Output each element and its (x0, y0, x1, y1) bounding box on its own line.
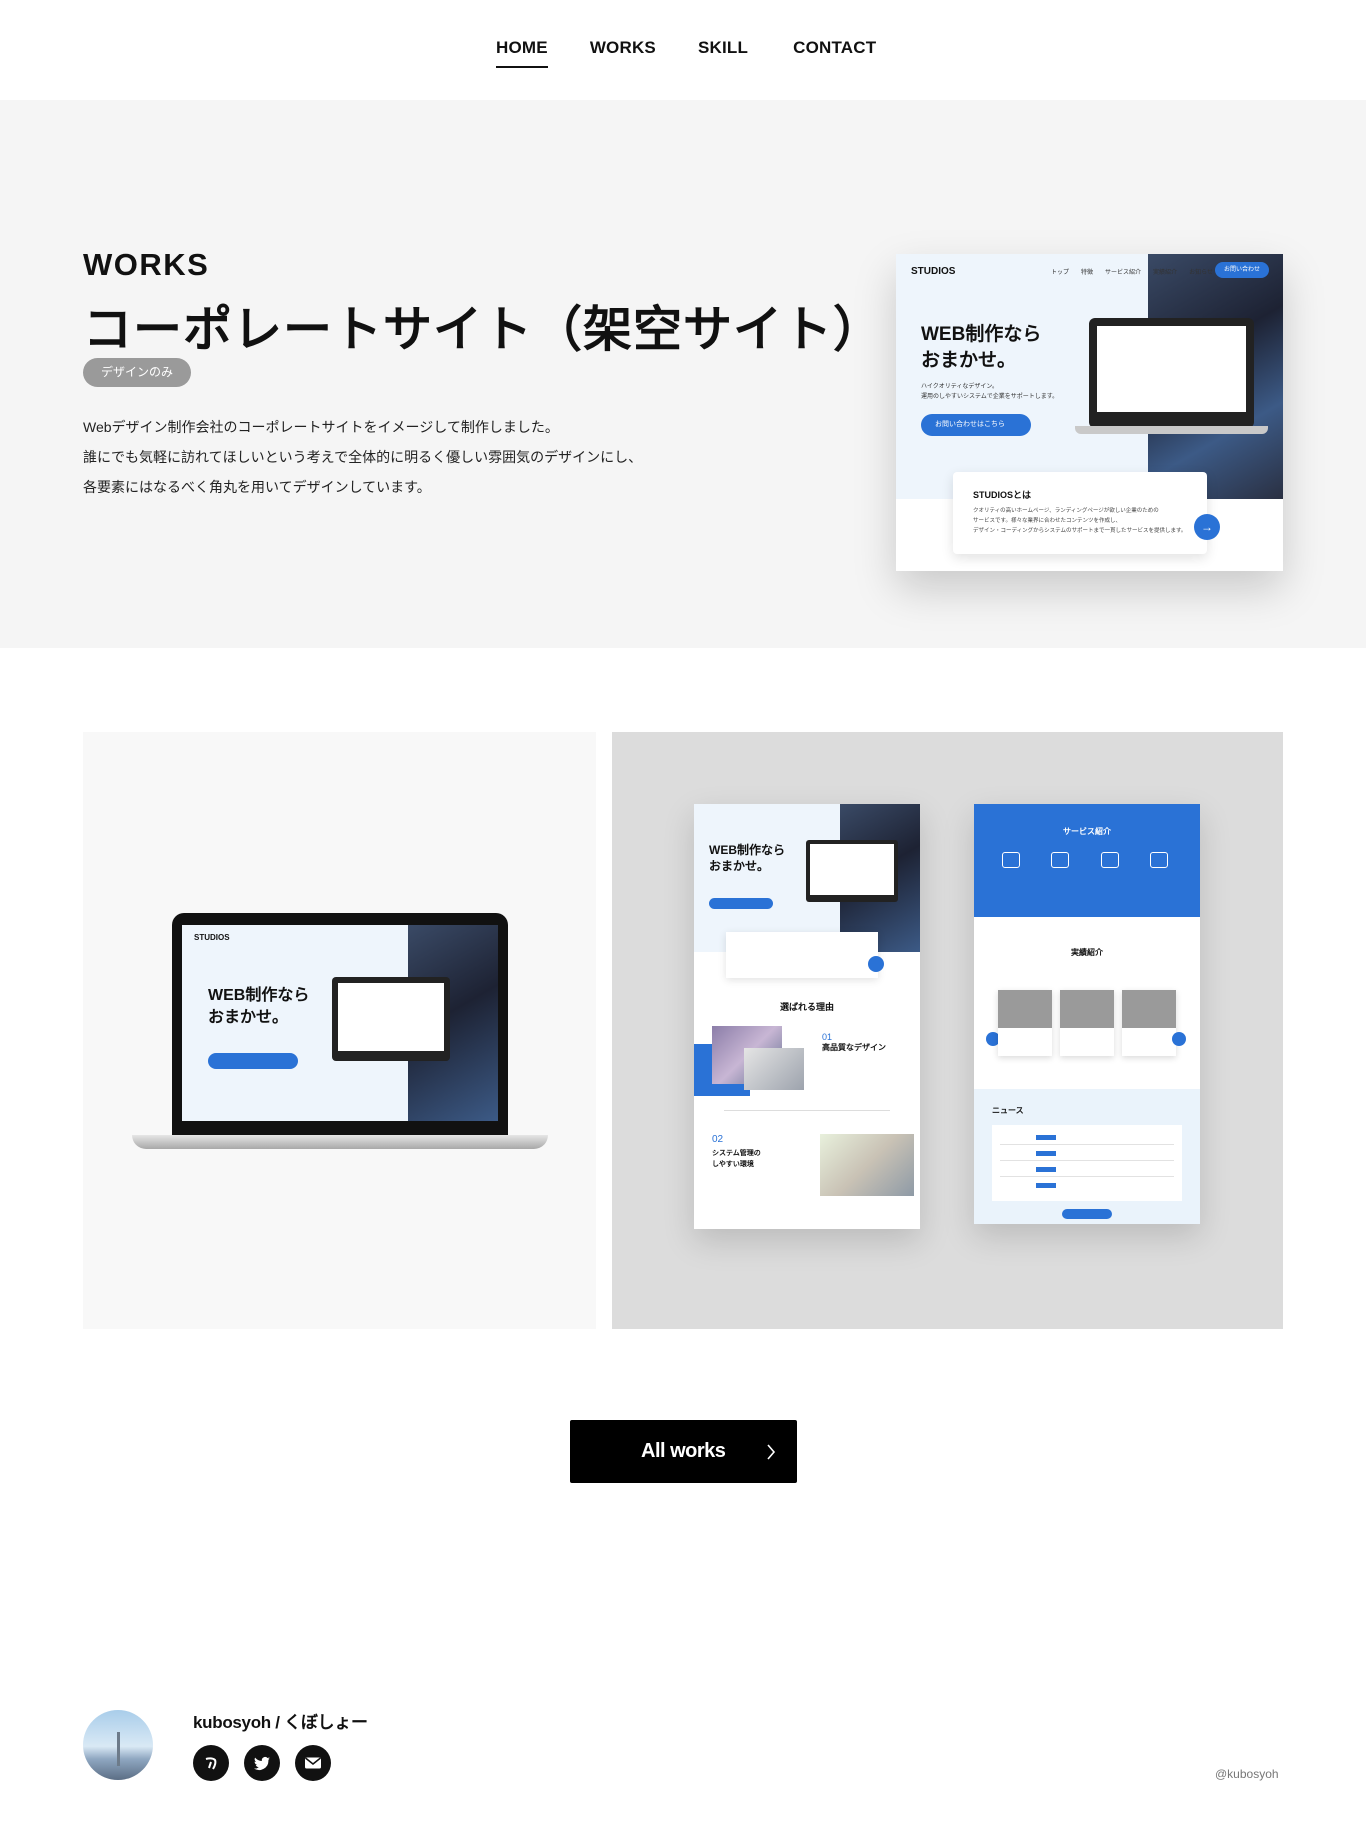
page-point-2-title: システム管理の しやすい環境 (712, 1148, 761, 1170)
work-description: Webデザイン制作会社のコーポレートサイトをイメージして制作しました。 誰にでも… (83, 412, 642, 502)
coding-icon (1051, 852, 1069, 868)
mockup-subtext: ハイクオリティなデザイン。 運用のしやすいシステムで企業をサポートします。 (921, 382, 1058, 402)
work-hero: WORKS コーポレートサイト（架空サイト） デザインのみ Webデザイン制作会… (0, 100, 1366, 648)
screen-headline: WEB制作なら おまかせ。 (208, 985, 309, 1029)
page-point-1-number: 01 (822, 1032, 833, 1042)
footer-handle: @kubosyoh (1215, 1767, 1279, 1781)
works-title: 実績紹介 (1071, 948, 1103, 957)
top-nav: HOME WORKS SKILL CONTACT (0, 0, 1366, 100)
page-arrow-dot (868, 956, 884, 972)
hero-mockup-image: STUDIOS トップ 特徴 サービス紹介 実績紹介 お知らせ お問い合わせ W… (896, 254, 1283, 571)
mockup-about-card: STUDIOSとは クオリティの高いホームページ、ランディングページが欲しい企業… (953, 472, 1207, 554)
description-line: 誰にでも気軽に訪れてほしいという考えで全体的に明るく優しい雰囲気のデザインにし、 (83, 449, 643, 465)
page-point-1-title: 高品質なデザイン (822, 1043, 886, 1052)
nav-home[interactable]: HOME (496, 38, 548, 68)
laptop-lid: STUDIOS WEB制作なら おまかせ。 (172, 913, 508, 1135)
app-icon (1150, 852, 1168, 868)
chevron-right-icon (767, 1444, 776, 1460)
mockup-headline-line: WEB制作なら (921, 324, 1042, 345)
arrow-right-icon: → (1194, 514, 1220, 540)
mockup-nav-item: 特徴 (1081, 270, 1094, 276)
section-label: WORKS (83, 247, 210, 282)
page-title: コーポレートサイト（架空サイト） (83, 303, 884, 357)
mockup-nav: トップ 特徴 サービス紹介 実績紹介 お知らせ (1051, 267, 1213, 276)
nav-skill[interactable]: SKILL (698, 38, 748, 58)
news-more-button (1062, 1209, 1112, 1219)
all-works-button[interactable]: All works (570, 1420, 797, 1483)
page-image-1b (744, 1048, 804, 1090)
page-mockup-top: WEB制作なら おまかせ。 選ばれる理由 01 高品質なデザイン 02 システム… (694, 804, 920, 1229)
author-name: kubosyoh / くぼしょー (193, 1713, 368, 1732)
news-section: ニュース (974, 1089, 1200, 1224)
mockup-sub-line: ハイクオリティなデザイン。 (921, 384, 999, 390)
mockup-headline-line: おまかせ。 (921, 350, 1017, 371)
mockup-card-text: クオリティの高いホームページ、ランディングページが欲しい企業のための サービスで… (973, 506, 1186, 536)
service-section: サービス紹介 (974, 804, 1200, 917)
mail-icon[interactable] (295, 1745, 331, 1781)
page-hero: WEB制作なら おまかせ。 (694, 804, 920, 952)
mockup-nav-item: お知らせ (1189, 270, 1213, 276)
screen-brand: STUDIOS (194, 933, 230, 942)
gallery-image-pages: WEB制作なら おまかせ。 選ばれる理由 01 高品質なデザイン 02 システム… (612, 732, 1283, 1329)
laptop-mockup: STUDIOS WEB制作なら おまかせ。 (132, 913, 548, 1149)
mockup-button: お問い合わせはこちら (921, 414, 1031, 436)
page-headline-line: おまかせ。 (709, 859, 770, 873)
all-works-label: All works (641, 1440, 726, 1462)
laptop-base (132, 1135, 548, 1149)
page-laptop (806, 840, 898, 902)
mockup-card-line: デザイン・コーディングからシステムのサポートまで一貫したサービスを提供します。 (973, 528, 1187, 534)
page-point-2-line: システム管理の (712, 1150, 761, 1157)
news-list (992, 1125, 1182, 1201)
mockup-laptop (1075, 318, 1268, 434)
works-card (998, 990, 1052, 1056)
avatar[interactable] (83, 1710, 153, 1780)
laptop-screen: STUDIOS WEB制作なら おまかせ。 (182, 925, 498, 1121)
gallery-image-laptop: STUDIOS WEB制作なら おまかせ。 (83, 732, 596, 1329)
works-card (1060, 990, 1114, 1056)
next-arrow-icon (1172, 1032, 1186, 1046)
mockup-headline: WEB制作なら おまかせ。 (921, 322, 1041, 374)
page-button (709, 898, 773, 909)
description-line: Webデザイン制作会社のコーポレートサイトをイメージして制作しました。 (83, 419, 559, 435)
mockup-nav-item: 実績紹介 (1153, 270, 1178, 276)
nav-contact[interactable]: CONTACT (793, 38, 876, 58)
page-divider (724, 1110, 890, 1111)
nav-list: HOME WORKS SKILL CONTACT (496, 38, 876, 68)
mockup-nav-item: サービス紹介 (1105, 270, 1142, 276)
page-point-2-line: しやすい環境 (712, 1161, 754, 1168)
nav-works[interactable]: WORKS (590, 38, 656, 58)
mockup-brand: STUDIOS (911, 266, 956, 277)
mockup-sub-line: 運用のしやすいシステムで企業をサポートします。 (921, 394, 1059, 400)
page-reason-title: 選ばれる理由 (779, 1002, 834, 1012)
works-card (1122, 990, 1176, 1056)
mockup-card-title: STUDIOSとは (973, 490, 1032, 500)
mockup-card-line: サービスです。様々な業界に合わせたコンテンツを作成し、 (973, 518, 1121, 524)
operation-icon (1101, 852, 1119, 868)
screen-button (208, 1053, 298, 1069)
page-mockup-service: サービス紹介 実績紹介 ニュース (974, 804, 1200, 1224)
category-tag: デザインのみ (83, 358, 192, 387)
news-title: ニュース (992, 1106, 1024, 1115)
screen-headline-line: おまかせ。 (208, 1009, 289, 1026)
mockup-nav-item: トップ (1051, 270, 1070, 276)
page-headline-line: WEB制作なら (709, 843, 785, 857)
page-image-2 (820, 1134, 914, 1196)
page-point-2-number: 02 (712, 1134, 724, 1145)
service-title: サービス紹介 (1063, 827, 1111, 836)
note-icon[interactable] (193, 1745, 229, 1781)
mockup-card-line: クオリティの高いホームページ、ランディングページが欲しい企業のための (973, 508, 1159, 514)
design-icon (1002, 852, 1020, 868)
screen-mini-laptop (332, 977, 450, 1061)
page-headline: WEB制作なら おまかせ。 (709, 842, 785, 874)
page-about-card (726, 932, 878, 978)
twitter-icon[interactable] (244, 1745, 280, 1781)
screen-headline-line: WEB制作なら (208, 987, 310, 1004)
description-line: 各要素にはなるべく角丸を用いてデザインしています。 (83, 479, 431, 495)
mockup-cta: お問い合わせ (1214, 262, 1269, 278)
